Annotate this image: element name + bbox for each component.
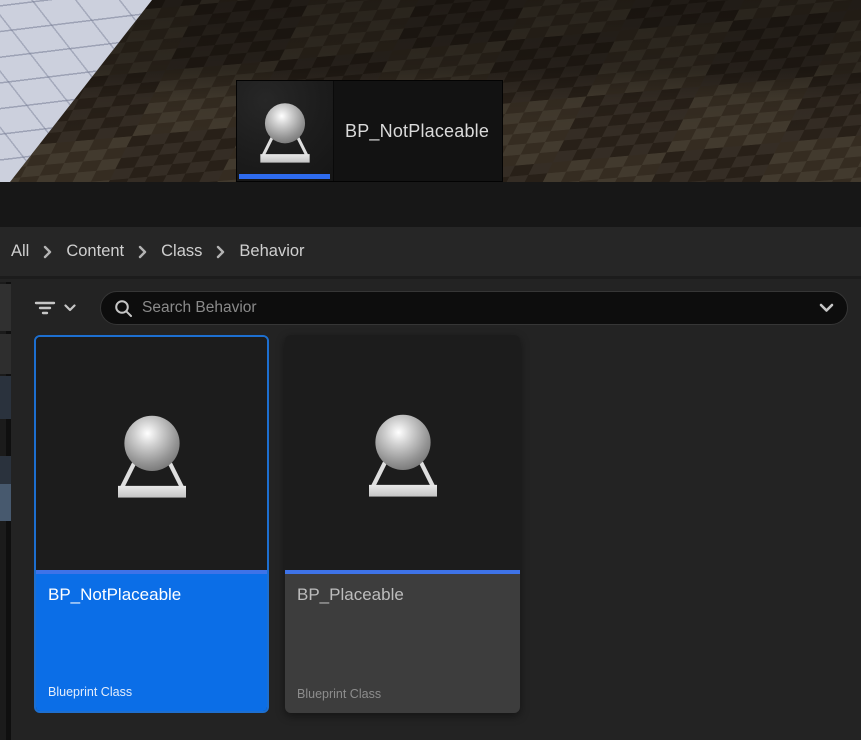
drag-preview-type-color-bar [239, 174, 330, 179]
chevron-right-icon [138, 245, 147, 259]
panel-gap-strip [0, 182, 861, 227]
chevron-right-icon [216, 245, 225, 259]
asset-type-label: Blueprint Class [48, 685, 255, 699]
breadcrumb-item-behavior[interactable]: Behavior [233, 238, 310, 265]
sources-panel-item[interactable] [0, 334, 11, 374]
sources-panel-edge [0, 282, 11, 740]
search-input[interactable] [142, 299, 810, 317]
asset-name: BP_Placeable [297, 585, 508, 605]
sources-panel-item[interactable] [0, 456, 11, 484]
content-browser: BP_NotPlaceable Blueprint Class BP_Place… [0, 282, 861, 740]
unreal-editor-screen: BP_NotPlaceable All Content Class Behavi… [0, 0, 861, 740]
asset-tile-bp-placeable[interactable]: BP_Placeable Blueprint Class [285, 335, 520, 713]
search-icon [114, 299, 133, 318]
asset-type-label: Blueprint Class [297, 687, 508, 701]
asset-tile-footer: BP_NotPlaceable Blueprint Class [36, 574, 267, 711]
blueprint-sphere-icon [101, 403, 203, 505]
chevron-right-icon [43, 245, 52, 259]
search-bar[interactable] [100, 291, 848, 325]
search-options-chevron-icon[interactable] [819, 303, 834, 313]
breadcrumb-item-all[interactable]: All [5, 238, 35, 265]
drag-preview-label: BP_NotPlaceable [334, 81, 502, 181]
filter-button[interactable] [33, 293, 76, 323]
asset-thumbnail [36, 337, 267, 570]
asset-tile-bp-notplaceable[interactable]: BP_NotPlaceable Blueprint Class [34, 335, 269, 713]
asset-tile-footer: BP_Placeable Blueprint Class [285, 574, 520, 713]
breadcrumb-item-class[interactable]: Class [155, 238, 208, 265]
breadcrumb: All Content Class Behavior [0, 227, 861, 279]
sources-panel-item[interactable] [0, 284, 11, 331]
blueprint-sphere-icon [352, 402, 454, 504]
chevron-down-icon [64, 304, 76, 312]
breadcrumb-item-content[interactable]: Content [60, 238, 130, 265]
blueprint-sphere-icon [248, 94, 322, 168]
asset-thumbnail [285, 335, 520, 570]
sources-panel-item[interactable] [0, 484, 11, 521]
filter-icon [33, 297, 57, 319]
drag-preview-thumbnail [237, 81, 334, 181]
drag-preview-tooltip: BP_NotPlaceable [236, 80, 503, 182]
asset-name: BP_NotPlaceable [48, 585, 255, 605]
sources-panel-item[interactable] [0, 376, 11, 419]
